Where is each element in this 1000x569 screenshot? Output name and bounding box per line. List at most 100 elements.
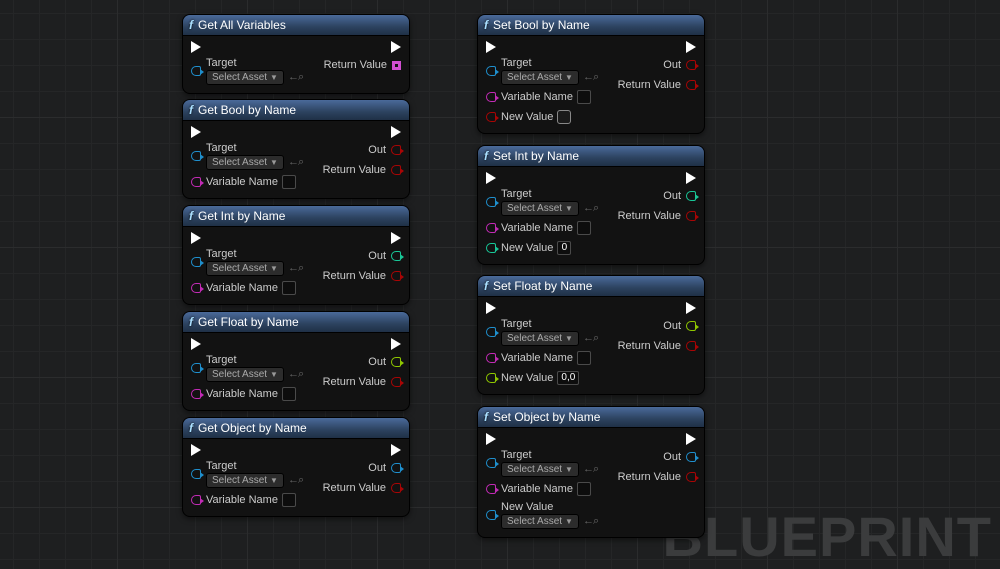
browse-icon[interactable]: ← ⌕ [288,156,302,169]
pin-icon[interactable] [686,321,696,331]
browse-icon[interactable]: ← ⌕ [583,463,597,476]
node-get_float[interactable]: fGet Float by NameTargetSelect Asset▼← ⌕… [182,311,410,411]
node-header[interactable]: fSet Float by Name [478,276,704,297]
node-header[interactable]: fGet Bool by Name [183,100,409,121]
browse-icon[interactable]: ← ⌕ [288,262,302,275]
pin-icon[interactable] [191,495,201,505]
pin-icon[interactable] [391,271,401,281]
browse-icon[interactable]: ← ⌕ [583,202,597,215]
browse-icon[interactable]: ← ⌕ [583,332,597,345]
input-new-value-bool[interactable] [557,110,571,124]
pin-icon[interactable] [486,484,496,494]
pin-icon[interactable] [486,353,496,363]
asset-selector[interactable]: Select Asset▼ [501,514,579,529]
pin-icon[interactable] [391,145,401,155]
asset-selector[interactable]: Select Asset▼ [206,367,284,382]
pin-icon[interactable] [486,243,496,253]
pin-icon[interactable] [686,472,696,482]
exec-out-pin[interactable] [686,433,696,445]
exec-in-pin[interactable] [486,41,496,53]
pin-icon[interactable] [686,341,696,351]
pin-icon[interactable] [486,458,496,468]
pin-icon[interactable] [486,373,496,383]
pin-icon[interactable] [191,177,201,187]
pin-icon[interactable] [191,66,201,76]
asset-selector[interactable]: Select Asset▼ [501,70,579,85]
pin-icon[interactable] [486,223,496,233]
input-variable-name[interactable] [282,493,296,507]
pin-icon[interactable] [486,327,496,337]
pin-icon[interactable] [391,483,401,493]
exec-in-pin[interactable] [486,433,496,445]
pin-icon[interactable] [391,463,401,473]
exec-in-pin[interactable] [191,41,201,53]
pin-icon[interactable] [686,60,696,70]
asset-selector[interactable]: Select Asset▼ [206,261,284,276]
asset-selector[interactable]: Select Asset▼ [501,331,579,346]
node-get_all[interactable]: fGet All VariablesTargetSelect Asset▼← ⌕… [182,14,410,94]
pin-icon[interactable] [686,452,696,462]
asset-selector[interactable]: Select Asset▼ [206,70,284,85]
exec-in-pin[interactable] [486,302,496,314]
node-header[interactable]: fGet Float by Name [183,312,409,333]
pin-icon[interactable] [391,357,401,367]
node-set_bool[interactable]: fSet Bool by NameTargetSelect Asset▼← ⌕V… [477,14,705,134]
asset-selector[interactable]: Select Asset▼ [501,201,579,216]
input-new-value-float[interactable]: 0,0 [557,371,579,385]
input-variable-name[interactable] [282,281,296,295]
pin-icon[interactable] [191,151,201,161]
node-header[interactable]: fSet Int by Name [478,146,704,167]
pin-icon[interactable] [486,66,496,76]
pin-icon[interactable] [686,191,696,201]
exec-out-pin[interactable] [686,172,696,184]
node-header[interactable]: fSet Object by Name [478,407,704,428]
input-new-value-int[interactable]: 0 [557,241,571,255]
exec-out-pin[interactable] [686,302,696,314]
pin-icon[interactable] [191,389,201,399]
browse-icon[interactable]: ← ⌕ [288,71,302,84]
input-variable-name[interactable] [282,387,296,401]
exec-out-pin[interactable] [391,41,401,53]
pin-icon[interactable] [486,510,496,520]
pin-icon[interactable] [391,165,401,175]
input-variable-name[interactable] [577,221,591,235]
pin-icon[interactable] [391,377,401,387]
pin-icon[interactable] [686,80,696,90]
exec-in-pin[interactable] [191,338,201,350]
input-variable-name[interactable] [282,175,296,189]
exec-in-pin[interactable] [191,444,201,456]
exec-out-pin[interactable] [391,338,401,350]
pin-icon[interactable] [191,257,201,267]
pin-icon[interactable] [486,197,496,207]
asset-selector[interactable]: Select Asset▼ [206,473,284,488]
node-get_object[interactable]: fGet Object by NameTargetSelect Asset▼← … [182,417,410,517]
pin-icon[interactable] [191,283,201,293]
input-variable-name[interactable] [577,90,591,104]
pin-icon[interactable] [191,363,201,373]
node-header[interactable]: fSet Bool by Name [478,15,704,36]
pin-icon[interactable] [391,251,401,261]
node-get_int[interactable]: fGet Int by NameTargetSelect Asset▼← ⌕Va… [182,205,410,305]
node-header[interactable]: fGet Object by Name [183,418,409,439]
exec-out-pin[interactable] [686,41,696,53]
exec-in-pin[interactable] [191,232,201,244]
exec-in-pin[interactable] [191,126,201,138]
pin-icon[interactable] [191,469,201,479]
browse-icon[interactable]: ← ⌕ [288,474,302,487]
exec-in-pin[interactable] [486,172,496,184]
input-variable-name[interactable] [577,482,591,496]
node-header[interactable]: fGet All Variables [183,15,409,36]
asset-selector[interactable]: Select Asset▼ [501,462,579,477]
pin-icon[interactable] [486,112,496,122]
node-set_object[interactable]: fSet Object by NameTargetSelect Asset▼← … [477,406,705,538]
node-set_float[interactable]: fSet Float by NameTargetSelect Asset▼← ⌕… [477,275,705,395]
node-header[interactable]: fGet Int by Name [183,206,409,227]
pin-icon[interactable] [392,61,401,70]
input-variable-name[interactable] [577,351,591,365]
browse-icon[interactable]: ← ⌕ [583,515,597,528]
exec-out-pin[interactable] [391,126,401,138]
pin-icon[interactable] [486,92,496,102]
browse-icon[interactable]: ← ⌕ [583,71,597,84]
pin-icon[interactable] [686,211,696,221]
exec-out-pin[interactable] [391,444,401,456]
